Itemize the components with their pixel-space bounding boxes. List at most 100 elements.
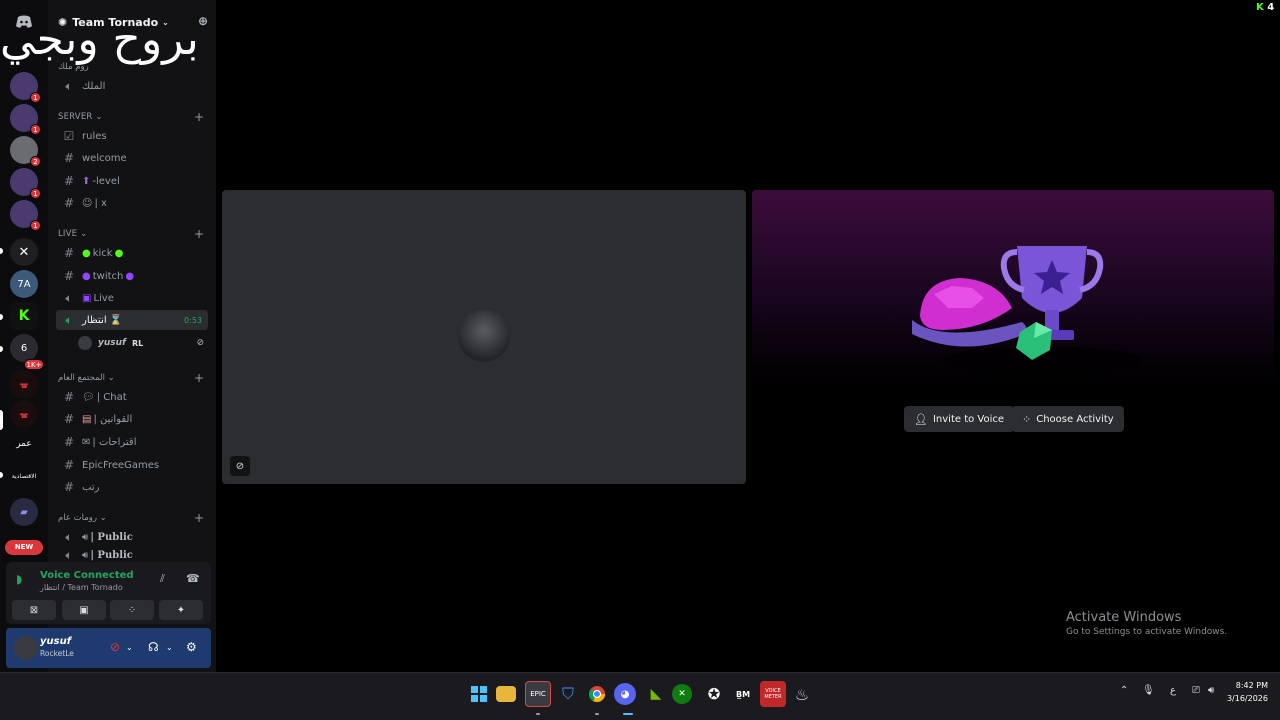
add-person-icon: 👤︎: [914, 412, 928, 426]
activity-icon: ⁘: [127, 604, 137, 616]
overlay-caption: بروح وبجي: [0, 14, 199, 65]
server-icon-3[interactable]: 2: [10, 136, 41, 167]
server-icon-kick[interactable]: K: [10, 302, 38, 330]
display-icon[interactable]: ⎚: [1192, 685, 1200, 696]
file-explorer-icon[interactable]: [496, 686, 516, 702]
chevron-up-icon[interactable]: ⌃: [1120, 685, 1128, 696]
channel-twitch[interactable]: # ● twitch ●: [56, 266, 208, 286]
channel-public-2[interactable]: 🔈︎ 🔊︎ | Public: [56, 549, 208, 561]
user-tile-avatar: [458, 310, 510, 362]
windows-taskbar: EPIC ⛉ ◕ ◣ ✕ ✪ B̲M VOICE METER ♨ ⌃ 🎙︎ ع …: [0, 672, 1280, 720]
hourglass-icon: ⌛: [109, 314, 123, 326]
headphones-icon[interactable]: ☊: [148, 640, 159, 654]
activity-icon: ⁘: [1022, 412, 1032, 426]
channel-chat[interactable]: # 💬︎ | Chat: [56, 387, 208, 407]
input-language[interactable]: ع: [1170, 685, 1176, 696]
voicemeeter-icon[interactable]: VOICE METER: [760, 681, 786, 707]
shield-icon[interactable]: ⛉: [555, 681, 581, 707]
mic-muted-icon[interactable]: ⊘: [110, 640, 120, 654]
category-label: المجتمع العام: [58, 373, 105, 383]
folder-icon[interactable]: ▰: [10, 498, 38, 526]
activate-title: Activate Windows: [1066, 610, 1182, 625]
xbox-icon[interactable]: ✕: [672, 684, 692, 704]
settings-gear-icon[interactable]: ⚙: [186, 640, 197, 654]
channel-epic[interactable]: # EpicFreeGames: [56, 455, 208, 475]
signal-icon[interactable]: ◗: [16, 572, 22, 586]
channel-level[interactable]: # ⬆ -level: [56, 171, 208, 191]
server-icon-2[interactable]: 1: [10, 104, 41, 135]
server-icon-omar[interactable]: عمر: [10, 430, 38, 458]
server-icon-7a[interactable]: 7A: [10, 270, 38, 298]
steam-icon[interactable]: ♨: [789, 681, 815, 707]
speaker-icon: 🔈︎: [65, 290, 73, 305]
username[interactable]: yusuf: [40, 636, 71, 647]
category-community[interactable]: المجتمع العام ⌄ +: [58, 371, 204, 385]
channel-king[interactable]: 🔈︎ الملك: [56, 76, 208, 96]
kick-notification: K 4: [1256, 2, 1274, 13]
channel-live[interactable]: 🔈︎ ▣ Live: [56, 288, 208, 308]
speaker-icon: 🔈︎: [65, 78, 73, 93]
chevron-down-icon[interactable]: ⌄: [126, 643, 133, 652]
screen-share-button[interactable]: ▣: [62, 600, 106, 620]
epic-games-icon[interactable]: EPIC: [525, 681, 551, 707]
hash-icon: #: [63, 435, 75, 449]
add-channel-icon[interactable]: +: [194, 110, 204, 124]
new-badge[interactable]: NEW: [5, 540, 43, 555]
category-label: LIVE: [58, 229, 78, 239]
bm-app-icon[interactable]: B̲M: [730, 681, 756, 707]
user-avatar[interactable]: [14, 636, 38, 660]
voice-member[interactable]: yusuf RL ⊘: [78, 334, 208, 352]
invite-to-voice-button[interactable]: 👤︎ Invite to Voice: [904, 406, 1015, 432]
category-live[interactable]: LIVE ⌄ +: [58, 227, 204, 241]
hash-icon: #: [63, 390, 75, 404]
chrome-icon[interactable]: [584, 681, 610, 707]
hash-icon: #: [63, 269, 75, 283]
channel-welcome[interactable]: # welcome: [56, 148, 208, 168]
activate-subtitle: Go to Settings to activate Windows.: [1066, 627, 1228, 637]
channel-kick[interactable]: # ● kick ●: [56, 243, 208, 263]
add-channel-icon[interactable]: +: [194, 371, 204, 385]
avatar: [78, 336, 92, 350]
channel-suggestions[interactable]: # ✉ | اقتراحات: [56, 432, 208, 452]
server-icon-economy[interactable]: الاقتصادية: [10, 462, 38, 490]
server-icon-1[interactable]: 1: [10, 72, 41, 103]
hash-icon: #: [63, 246, 75, 260]
channel-public-1[interactable]: 🔈︎ 🔊︎ | Public: [56, 527, 208, 547]
volume-icon[interactable]: 🔊︎: [1208, 685, 1214, 696]
add-channel-icon[interactable]: +: [194, 227, 204, 241]
system-clock[interactable]: 8:42 PM 3/16/2026: [1224, 679, 1268, 705]
category-server[interactable]: SERVER ⌄ +: [58, 110, 204, 124]
server-icon-5[interactable]: 1: [10, 200, 41, 231]
voice-status-title[interactable]: Voice Connected: [40, 570, 134, 581]
voice-status-subtitle[interactable]: انتظار / Team Tornado: [40, 583, 123, 592]
discord-taskbar-icon[interactable]: ◕: [614, 683, 636, 705]
server-icon-red-2[interactable]: ᚗ: [10, 400, 38, 428]
unread-badge: 1: [30, 188, 41, 199]
channel-rules[interactable]: ☑ rules: [56, 126, 208, 146]
server-icon-6[interactable]: 6 1K+: [10, 334, 44, 370]
channel-laws[interactable]: # ▤ | القوانين: [56, 409, 208, 429]
windows-start-icon[interactable]: [466, 681, 492, 707]
disconnect-icon[interactable]: ☎: [186, 572, 200, 585]
add-channel-icon[interactable]: +: [194, 511, 204, 525]
server-icon-4[interactable]: 1: [10, 168, 41, 199]
chevron-down-icon[interactable]: ⌄: [166, 643, 173, 652]
category-public-rooms[interactable]: رومات عام ⌄ +: [58, 511, 204, 525]
channel-label: رتب: [82, 481, 100, 493]
server-icon-x[interactable]: ✕: [10, 238, 38, 266]
noise-suppression-icon[interactable]: ⫽: [160, 572, 165, 586]
channel-waiting[interactable]: 🔈︎ انتظار ⌛ 0:53: [56, 310, 208, 330]
user-panel: yusuf RocketLe ⊘ ⌄ ☊ ⌄ ⚙: [6, 628, 211, 668]
activity-button[interactable]: ⁘: [110, 600, 154, 620]
muted-mic-icon: ⊘: [196, 338, 204, 348]
camera-off-button[interactable]: ⊠: [12, 600, 56, 620]
rockstar-icon[interactable]: ✪: [701, 681, 727, 707]
choose-activity-button[interactable]: ⁘ Choose Activity: [1012, 406, 1124, 432]
channel-x[interactable]: # ☺ | x: [56, 193, 208, 213]
voice-user-tile[interactable]: ⊘: [222, 190, 746, 484]
nvidia-icon[interactable]: ◣: [643, 681, 669, 707]
channel-rank[interactable]: # رتب: [56, 477, 208, 497]
server-icon-red-1[interactable]: ᚗ: [10, 370, 38, 398]
microphone-icon[interactable]: 🎙︎: [1142, 685, 1155, 696]
soundboard-button[interactable]: ✦: [159, 600, 203, 620]
